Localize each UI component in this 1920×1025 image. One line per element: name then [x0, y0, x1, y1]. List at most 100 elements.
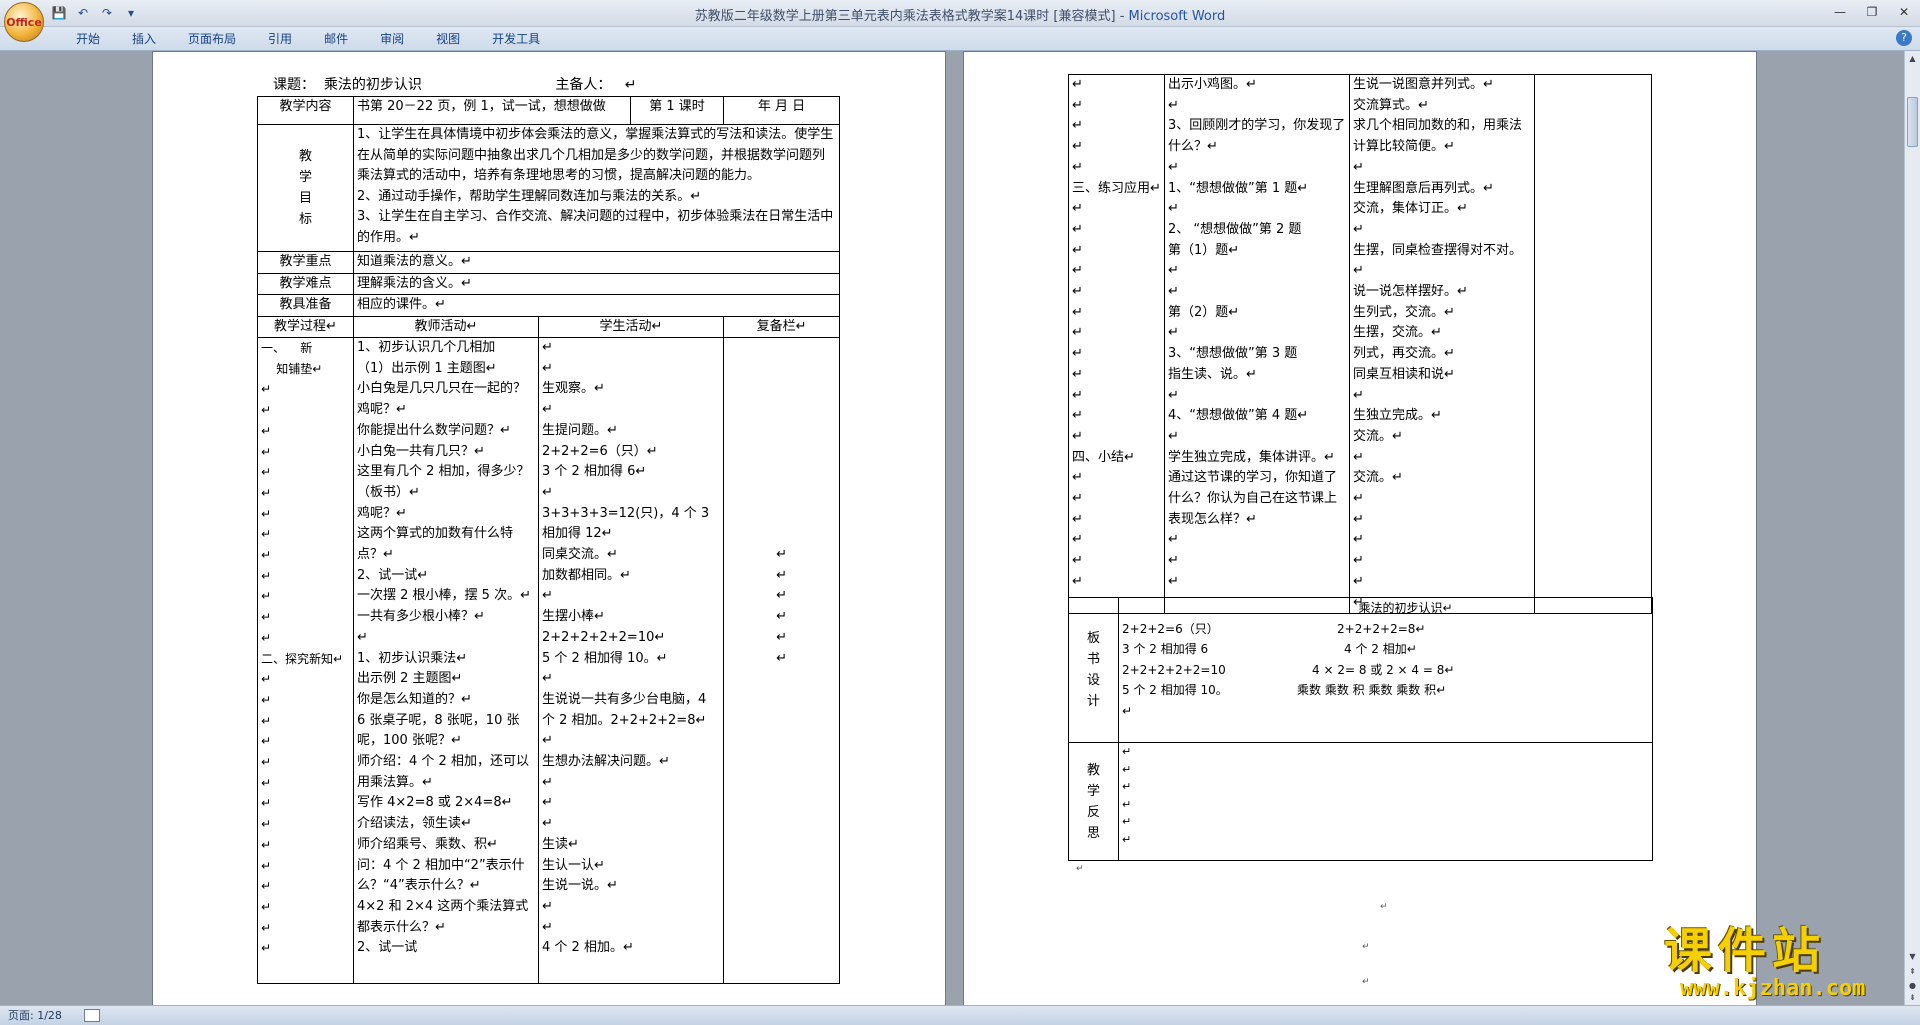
paragraph-mark: ↵	[1362, 977, 1370, 987]
board-cell: 乘法的初步认识↵ 2+2+2=6（只） 2+2+2+2=8↵ 3 个 2 相加得 …	[1118, 597, 1653, 743]
reflect-cell: ↵ ↵ ↵ ↵ ↵ ↵	[1118, 742, 1653, 861]
content-value: 书第 20－22 页，例 1，试一试，想想做做	[352, 96, 632, 125]
table-row: 一、 新 知铺垫↵ ↵ ↵ ↵ ↵ ↵ ↵ ↵ ↵ ↵ ↵ ↵ ↵ ↵ 二、探究…	[257, 337, 841, 984]
scroll-thumb[interactable]	[1907, 97, 1918, 147]
student-cell: 生说一说图意并列式。↵ 交流算式。↵ 求几个相同加数的和，用乘法计算比较简便。↵…	[1349, 73, 1535, 615]
col-header-teacher: 教师活动↵	[353, 315, 539, 338]
notes-cell: ↵ ↵ ↵ ↵ ↵ ↵	[723, 337, 841, 984]
tab-insert[interactable]: 插入	[116, 30, 172, 48]
window-controls: — ❐ ✕	[1830, 3, 1914, 21]
document-page-1[interactable]: 课题： 乘法的初步认识 主备人： ↵ 教学内容 书第 20－22 页，例 1，试…	[152, 51, 946, 1005]
table-row: 教学难点 理解乘法的含义。↵	[257, 272, 841, 295]
window-title: 苏教版二年级数学上册第三单元表内乘法表格式教学案14课时 [兼容模式] - Mi…	[0, 5, 1920, 24]
table-row: 教 学 目 标 1、让学生在具体情境中初步体会乘法的意义，掌握乘法算式的写法和读…	[257, 124, 841, 252]
table-header-row: 教学过程↵ 教师活动↵ 学生活动↵ 复备栏↵	[257, 315, 841, 338]
process-cell: 一、 新 知铺垫↵ ↵ ↵ ↵ ↵ ↵ ↵ ↵ ↵ ↵ ↵ ↵ ↵ ↵ 二、探究…	[257, 337, 354, 984]
document-page-2[interactable]: ↵ ↵ ↵ ↵ ↵ 三、练习应用↵ ↵ ↵ ↵ ↵ ↵ ↵ ↵ ↵ ↵ ↵ ↵ …	[963, 51, 1757, 1005]
tab-developer[interactable]: 开发工具	[476, 30, 556, 48]
teacher-text: 1、初步认识几个几相加 （1）出示例 1 主题图↵ 小白兔是几只几只在一起的？鸡…	[357, 340, 531, 956]
board-line-left: 3 个 2 相加得 6	[1122, 642, 1209, 656]
document-workspace[interactable]: 课题： 乘法的初步认识 主备人： ↵ 教学内容 书第 20－22 页，例 1，试…	[0, 51, 1904, 1005]
board-title: 乘法的初步认识↵	[1358, 601, 1453, 615]
close-button[interactable]: ✕	[1894, 3, 1914, 21]
student-cell: ↵ ↵ 生观察。↵ ↵ 生提问题。↵ 2+2+2=6（只）↵ 3 个 2 相加得…	[537, 337, 725, 984]
scroll-up-icon[interactable]: ▲	[1907, 53, 1918, 65]
word-window: 💾 ↶ ↷ ▾ 苏教版二年级数学上册第三单元表内乘法表格式教学案14课时 [兼容…	[0, 0, 1920, 1025]
page-count[interactable]: 页面: 1/28	[8, 1006, 62, 1025]
student-text: 生说一说图意并列式。↵ 交流算式。↵ 求几个相同加数的和，用乘法计算比较简便。↵…	[1353, 77, 1523, 610]
app-name: Microsoft Word	[1128, 9, 1226, 24]
ribbon: 开始 插入 页面布局 引用 邮件 审阅 视图 开发工具 ?	[0, 27, 1920, 51]
col-header-notes: 复备栏↵	[723, 315, 841, 338]
notes-cell	[1534, 73, 1652, 615]
board-line: 2+2+2=6（只） 2+2+2+2=8↵	[1122, 619, 1649, 640]
tab-mailings[interactable]: 邮件	[308, 30, 364, 48]
board-line-right: 4 × 2= 8 或 2 × 4 = 8↵	[1312, 662, 1455, 677]
focus-value: 知道乘法的意义。↵	[352, 251, 841, 274]
focus-label: 教学重点	[257, 251, 354, 274]
teacher-text: 出示小鸡图。↵ ↵ 3、回顾刚才的学习，你发现了什么？↵ ↵ 1、“想想做做”第…	[1168, 77, 1346, 589]
table-row: 教具准备 相应的课件。↵	[257, 294, 841, 317]
difficulty-label: 教学难点	[257, 272, 354, 295]
watermark-main: 课件站	[1664, 923, 1827, 979]
tab-view[interactable]: 视图	[420, 30, 476, 48]
minimize-button[interactable]: —	[1830, 3, 1850, 21]
lesson-plan-table-continued: ↵ ↵ ↵ ↵ ↵ 三、练习应用↵ ↵ ↵ ↵ ↵ ↵ ↵ ↵ ↵ ↵ ↵ ↵ …	[1068, 73, 1652, 615]
tab-home[interactable]: 开始	[60, 30, 116, 48]
table-row: 教学内容 书第 20－22 页，例 1，试一试，想想做做 第 1 课时 年 月 …	[257, 96, 841, 125]
office-logo-icon: Office	[6, 15, 42, 29]
watermark-logo: 课件站 www.kjzhan.com	[1664, 925, 1914, 1005]
content-label: 教学内容	[257, 96, 354, 125]
board-reflect-table: 板 书 设 计 乘法的初步认识↵ 2+2+2=6（只） 2+2+2+2=8↵ 3 …	[1068, 597, 1653, 861]
board-line-right: 2+2+2+2=8↵	[1337, 621, 1426, 636]
board-line-left: 2+2+2=6（只）	[1122, 621, 1219, 636]
objectives-label-text: 教 学 目 标	[298, 149, 312, 227]
col-header-process: 教学过程↵	[257, 315, 354, 338]
teacher-cell: 出示小鸡图。↵ ↵ 3、回顾刚才的学习，你发现了什么？↵ ↵ 1、“想想做做”第…	[1164, 73, 1350, 615]
board-line-right: 4 个 2 相加↵	[1344, 642, 1417, 656]
status-bar: 页面: 1/28	[0, 1005, 1920, 1025]
tab-page-layout[interactable]: 页面布局	[172, 30, 252, 48]
board-line: 5 个 2 相加得 10。 乘数 乘数 积 乘数 乘数 积↵	[1122, 680, 1649, 701]
board-label-text: 板 书 设 计	[1086, 631, 1100, 709]
difficulty-value: 理解乘法的含义。↵	[352, 272, 841, 295]
help-icon[interactable]: ?	[1896, 30, 1912, 46]
title-bar: 💾 ↶ ↷ ▾ 苏教版二年级数学上册第三单元表内乘法表格式教学案14课时 [兼容…	[0, 0, 1920, 27]
paragraph-mark: ↵	[1076, 864, 1084, 874]
proofing-icon[interactable]	[84, 1009, 100, 1022]
vertical-scrollbar[interactable]: ▲ ▼ ⇞ ● ⇟	[1904, 51, 1920, 1005]
lesson-plan-table: 教学内容 书第 20－22 页，例 1，试一试，想想做做 第 1 课时 年 月 …	[257, 96, 841, 984]
document-title: 苏教版二年级数学上册第三单元表内乘法表格式教学案14课时 [兼容模式]	[694, 9, 1116, 24]
paragraph-mark: ↵	[1362, 942, 1370, 952]
objectives-label: 教 学 目 标	[257, 124, 354, 252]
board-label: 板 书 设 计	[1068, 597, 1119, 743]
objectives-text: 1、让学生在具体情境中初步体会乘法的意义，掌握乘法算式的写法和读法。使学生在从简…	[357, 127, 834, 245]
title-separator: -	[1115, 9, 1129, 24]
table-row: 教学重点 知道乘法的意义。↵	[257, 251, 841, 274]
lesson-header: 课题： 乘法的初步认识 主备人： ↵	[273, 77, 637, 93]
board-line-left: 2+2+2+2+2=10	[1122, 662, 1226, 677]
period-value: 第 1 课时	[630, 96, 725, 125]
table-row: 教 学 反 思 ↵ ↵ ↵ ↵ ↵ ↵	[1068, 742, 1653, 861]
restore-button[interactable]: ❐	[1862, 3, 1882, 21]
process-text: ↵ ↵ ↵ ↵ ↵ 三、练习应用↵ ↵ ↵ ↵ ↵ ↵ ↵ ↵ ↵ ↵ ↵ ↵ …	[1072, 77, 1161, 589]
board-line-right: 乘数 乘数 积 乘数 乘数 积↵	[1297, 683, 1447, 697]
tab-review[interactable]: 审阅	[364, 30, 420, 48]
reflect-label-text: 教 学 反 思	[1086, 762, 1100, 841]
notes-text: ↵ ↵ ↵ ↵ ↵ ↵	[776, 547, 787, 666]
materials-label: 教具准备	[257, 294, 354, 317]
office-button[interactable]: Office	[4, 2, 44, 42]
col-header-student: 学生活动↵	[537, 315, 725, 338]
student-text: ↵ ↵ 生观察。↵ ↵ 生提问题。↵ 2+2+2=6（只）↵ 3 个 2 相加得…	[542, 340, 710, 956]
ribbon-tabs: 开始 插入 页面布局 引用 邮件 审阅 视图 开发工具	[60, 30, 556, 48]
materials-value: 相应的课件。↵	[352, 294, 841, 317]
watermark-url: www.kjzhan.com	[1680, 976, 1866, 1001]
date-value: 年 月 日	[723, 96, 841, 125]
tab-references[interactable]: 引用	[252, 30, 308, 48]
board-line: 3 个 2 相加得 6 4 个 2 相加↵	[1122, 639, 1649, 660]
table-row: 板 书 设 计 乘法的初步认识↵ 2+2+2=6（只） 2+2+2+2=8↵ 3 …	[1068, 597, 1653, 743]
board-line-left: 5 个 2 相加得 10。	[1122, 683, 1228, 697]
paragraph-mark: ↵	[1380, 902, 1388, 912]
process-cell: ↵ ↵ ↵ ↵ ↵ 三、练习应用↵ ↵ ↵ ↵ ↵ ↵ ↵ ↵ ↵ ↵ ↵ ↵ …	[1068, 73, 1165, 615]
reflect-text: ↵ ↵ ↵ ↵ ↵ ↵	[1122, 745, 1132, 846]
